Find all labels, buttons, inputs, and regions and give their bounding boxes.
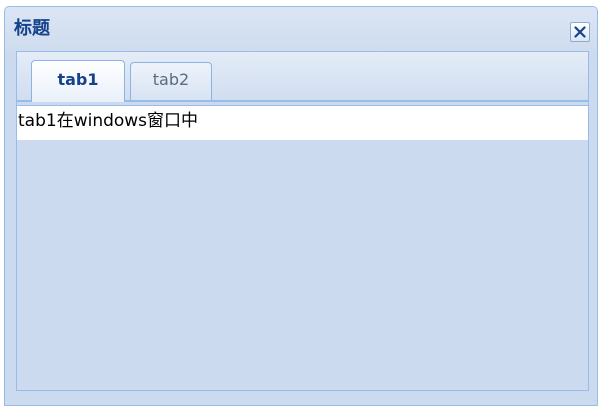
tab-strip: tab1 tab2 bbox=[17, 52, 588, 102]
close-button[interactable] bbox=[570, 22, 590, 42]
window-title: 标题 bbox=[14, 18, 50, 39]
close-icon bbox=[574, 26, 586, 38]
window-title-bar[interactable]: 标题 bbox=[5, 7, 597, 51]
tab-body: tab1在windows窗口中 bbox=[17, 105, 588, 140]
tab-tab1[interactable]: tab1 bbox=[31, 60, 125, 102]
tab-tab2[interactable]: tab2 bbox=[130, 62, 212, 100]
tab-panel: tab1 tab2 tab1在windows窗口中 bbox=[16, 51, 589, 391]
window: 标题 tab1 tab2 tab1在windows窗口中 bbox=[4, 6, 598, 406]
tab-content-text: tab1在windows窗口中 bbox=[18, 111, 199, 131]
